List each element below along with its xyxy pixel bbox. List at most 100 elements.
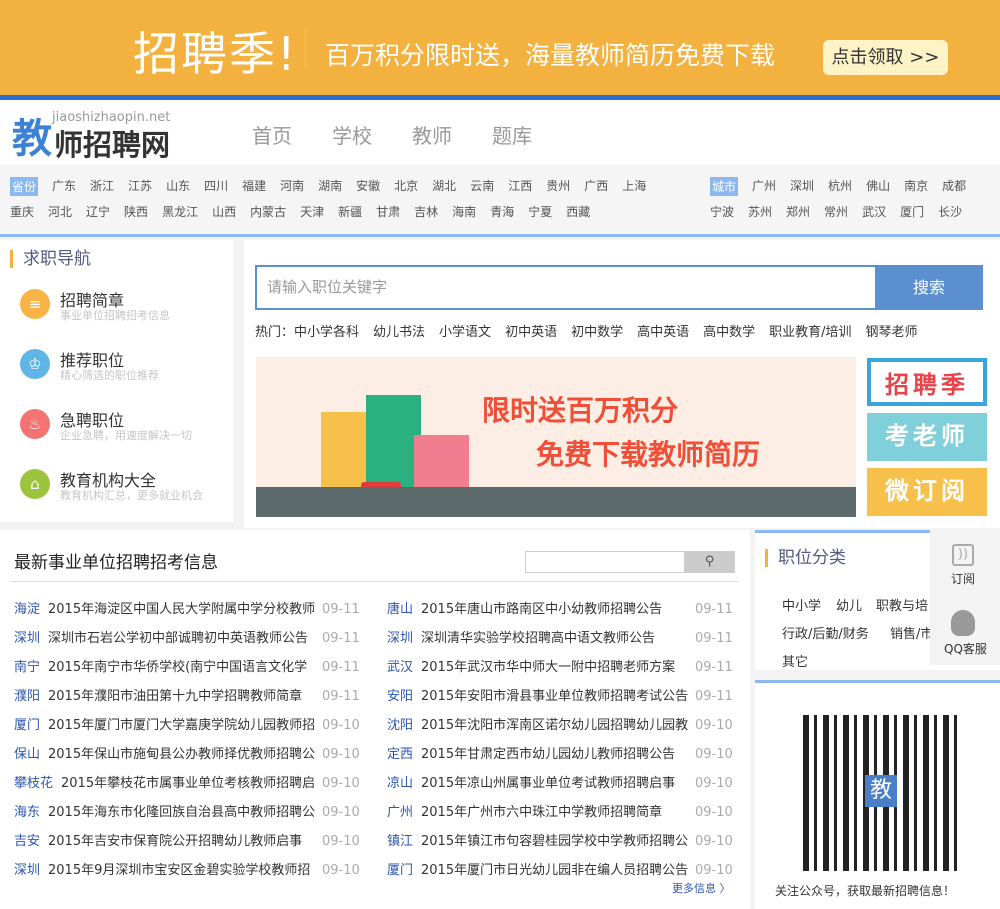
city-link[interactable]: 苏州 — [748, 203, 772, 220]
list-item-title[interactable]: 2015年濮阳市油田第十九中学招聘教师简章 — [48, 687, 318, 707]
search-icon[interactable]: ⚲ — [684, 551, 735, 573]
list-item[interactable]: 攀枝花 2015年攀枝花市属事业单位考核教师招聘启 09-10 — [14, 774, 360, 794]
province-link[interactable]: 北京 — [394, 177, 418, 196]
claim-button[interactable]: 点击领取 >> — [823, 40, 948, 75]
province-link[interactable]: 云南 — [470, 177, 494, 196]
list-item-city[interactable]: 深圳 — [387, 629, 413, 649]
list-item-title[interactable]: 2015年安阳市滑县事业单位教师招聘考试公告 — [421, 687, 691, 707]
province-link[interactable]: 湖北 — [432, 177, 456, 196]
list-item-city[interactable]: 深圳 — [14, 861, 40, 881]
province-link[interactable]: 山东 — [166, 177, 190, 196]
list-item[interactable]: 定西 2015年甘肃定西市幼儿园幼儿教师招聘公告 09-10 — [387, 745, 733, 765]
hot-keyword-link[interactable]: 中小学各科 — [294, 321, 359, 340]
hot-keyword-link[interactable]: 高中英语 — [637, 321, 689, 340]
city-link[interactable]: 深圳 — [790, 177, 814, 196]
list-item[interactable]: 安阳 2015年安阳市滑县事业单位教师招聘考试公告 09-11 — [387, 687, 733, 707]
list-item-title[interactable]: 2015年唐山市路南区中小幼教师招聘公告 — [421, 600, 691, 620]
province-link[interactable]: 天津 — [300, 203, 324, 220]
list-item-title[interactable]: 2015年保山市施甸县公办教师择优教师招聘公 — [48, 745, 318, 765]
list-item-title[interactable]: 2015年甘肃定西市幼儿园幼儿教师招聘公告 — [421, 745, 691, 765]
province-link[interactable]: 青海 — [490, 203, 514, 220]
list-item-city[interactable]: 广州 — [387, 803, 413, 823]
list-item-title[interactable]: 2015年沈阳市浑南区诺尔幼儿园招聘幼儿园教 — [421, 716, 691, 736]
search-button[interactable]: 搜索 — [875, 265, 983, 310]
list-item[interactable]: 武汉 2015年武汉市华中师大一附中招聘老师方案 09-11 — [387, 658, 733, 678]
list-item[interactable]: 沈阳 2015年沈阳市浑南区诺尔幼儿园招聘幼儿园教 09-10 — [387, 716, 733, 736]
province-link[interactable]: 上海 — [622, 177, 646, 196]
list-item-title[interactable]: 2015年厦门市日光幼儿园非在编人员招聘公告 — [421, 861, 691, 881]
province-link[interactable]: 甘肃 — [376, 203, 400, 220]
list-item[interactable]: 厦门 2015年厦门市日光幼儿园非在编人员招聘公告 09-10 — [387, 861, 733, 881]
list-item[interactable]: 广州 2015年广州市六中珠江中学教师招聘简章 09-10 — [387, 803, 733, 823]
search-input[interactable]: 请输入职位关键字 — [255, 265, 875, 310]
category-item[interactable]: 幼儿 — [836, 595, 862, 614]
list-item-title[interactable]: 深圳市石岩公学初中部诚聘初中英语教师公告 — [48, 629, 318, 649]
city-link[interactable]: 厦门 — [900, 203, 924, 220]
province-link[interactable]: 广东 — [52, 177, 76, 196]
city-link[interactable]: 武汉 — [862, 203, 886, 220]
province-link[interactable]: 辽宁 — [86, 203, 110, 220]
more-link[interactable]: 更多信息 〉 — [672, 880, 731, 896]
list-item[interactable]: 保山 2015年保山市施甸县公办教师择优教师招聘公 09-10 — [14, 745, 360, 765]
list-item[interactable]: 南宁 2015年南宁市华侨学校(南宁中国语言文化学 09-11 — [14, 658, 360, 678]
list-item[interactable]: 深圳 2015年9月深圳市宝安区金碧实验学校教师招 09-10 — [14, 861, 360, 881]
list-item-title[interactable]: 2015年攀枝花市属事业单位考核教师招聘启 — [61, 774, 331, 794]
list-item-title[interactable]: 2015年武汉市华中师大一附中招聘老师方案 — [421, 658, 691, 678]
list-item[interactable]: 凉山 2015年凉山州属事业单位考试教师招聘启事 09-10 — [387, 774, 733, 794]
list-item-city[interactable]: 厦门 — [14, 716, 40, 736]
side-button-exam-teacher[interactable]: 考老师 — [867, 413, 987, 461]
province-link[interactable]: 山西 — [212, 203, 236, 220]
list-item-city[interactable]: 安阳 — [387, 687, 413, 707]
qq-service-label[interactable]: QQ客服 — [944, 640, 987, 657]
province-link[interactable]: 内蒙古 — [250, 203, 286, 220]
list-item-title[interactable]: 2015年广州市六中珠江中学教师招聘简章 — [421, 803, 691, 823]
category-item[interactable]: 职教与培 — [876, 595, 928, 614]
list-item[interactable]: 镇江 2015年镇江市句容碧桂园学校中学教师招聘公 09-10 — [387, 832, 733, 852]
list-item-city[interactable]: 凉山 — [387, 774, 413, 794]
province-link[interactable]: 陕西 — [124, 203, 148, 220]
city-link[interactable]: 佛山 — [866, 177, 890, 196]
province-link[interactable]: 重庆 — [10, 203, 34, 220]
hot-keyword-link[interactable]: 高中数学 — [703, 321, 755, 340]
list-item-title[interactable]: 2015年海东市化隆回族自治县高中教师招聘公 — [48, 803, 318, 823]
category-item[interactable]: 行政/后勤/财务 — [782, 623, 869, 642]
city-link[interactable]: 杭州 — [828, 177, 852, 196]
list-item[interactable]: 海淀 2015年海淀区中国人民大学附属中学分校教师 09-11 — [14, 600, 360, 620]
province-link[interactable]: 广西 — [584, 177, 608, 196]
list-item-city[interactable]: 厦门 — [387, 861, 413, 881]
category-item[interactable]: 其它 — [782, 651, 808, 670]
province-link[interactable]: 黑龙江 — [162, 203, 198, 220]
nav-home[interactable]: 首页 — [252, 120, 292, 149]
list-item-title[interactable]: 2015年凉山州属事业单位考试教师招聘启事 — [421, 774, 691, 794]
province-link[interactable]: 新疆 — [338, 203, 362, 220]
city-link[interactable]: 郑州 — [786, 203, 810, 220]
list-item-title[interactable]: 2015年吉安市保育院公开招聘幼儿教师启事 — [48, 832, 318, 852]
list-item[interactable]: 厦门 2015年厦门市厦门大学嘉庚学院幼儿园教师招 09-10 — [14, 716, 360, 736]
list-item-city[interactable]: 定西 — [387, 745, 413, 765]
province-link[interactable]: 安徽 — [356, 177, 380, 196]
list-item-city[interactable]: 攀枝花 — [14, 774, 53, 794]
province-link[interactable]: 贵州 — [546, 177, 570, 196]
list-item-city[interactable]: 吉安 — [14, 832, 40, 852]
province-link[interactable]: 西藏 — [566, 203, 590, 220]
province-link[interactable]: 宁夏 — [528, 203, 552, 220]
list-item-title[interactable]: 2015年9月深圳市宝安区金碧实验学校教师招 — [48, 861, 318, 881]
province-link[interactable]: 江西 — [508, 177, 532, 196]
list-item-city[interactable]: 海淀 — [14, 600, 40, 620]
side-button-recruit-season[interactable]: 招聘季 — [867, 358, 987, 406]
province-link[interactable]: 江苏 — [128, 177, 152, 196]
list-item-title[interactable]: 2015年海淀区中国人民大学附属中学分校教师 — [48, 600, 318, 620]
side-button-wechat-subscribe[interactable]: 微订阅 — [867, 468, 987, 516]
list-item[interactable]: 唐山 2015年唐山市路南区中小幼教师招聘公告 09-11 — [387, 600, 733, 620]
city-link[interactable]: 成都 — [942, 177, 966, 196]
logo-name[interactable]: 师招聘网 — [54, 122, 170, 164]
list-item-title[interactable]: 2015年厦门市厦门大学嘉庚学院幼儿园教师招 — [48, 716, 318, 736]
city-link[interactable]: 南京 — [904, 177, 928, 196]
list-item[interactable]: 吉安 2015年吉安市保育院公开招聘幼儿教师启事 09-10 — [14, 832, 360, 852]
category-item[interactable]: 中小学 — [782, 595, 821, 614]
list-item-city[interactable]: 沈阳 — [387, 716, 413, 736]
city-link[interactable]: 宁波 — [710, 203, 734, 220]
list-item[interactable]: 深圳 深圳市石岩公学初中部诚聘初中英语教师公告 09-11 — [14, 629, 360, 649]
hot-keyword-link[interactable]: 钢琴老师 — [866, 321, 918, 340]
list-item-title[interactable]: 2015年南宁市华侨学校(南宁中国语言文化学 — [48, 658, 318, 678]
